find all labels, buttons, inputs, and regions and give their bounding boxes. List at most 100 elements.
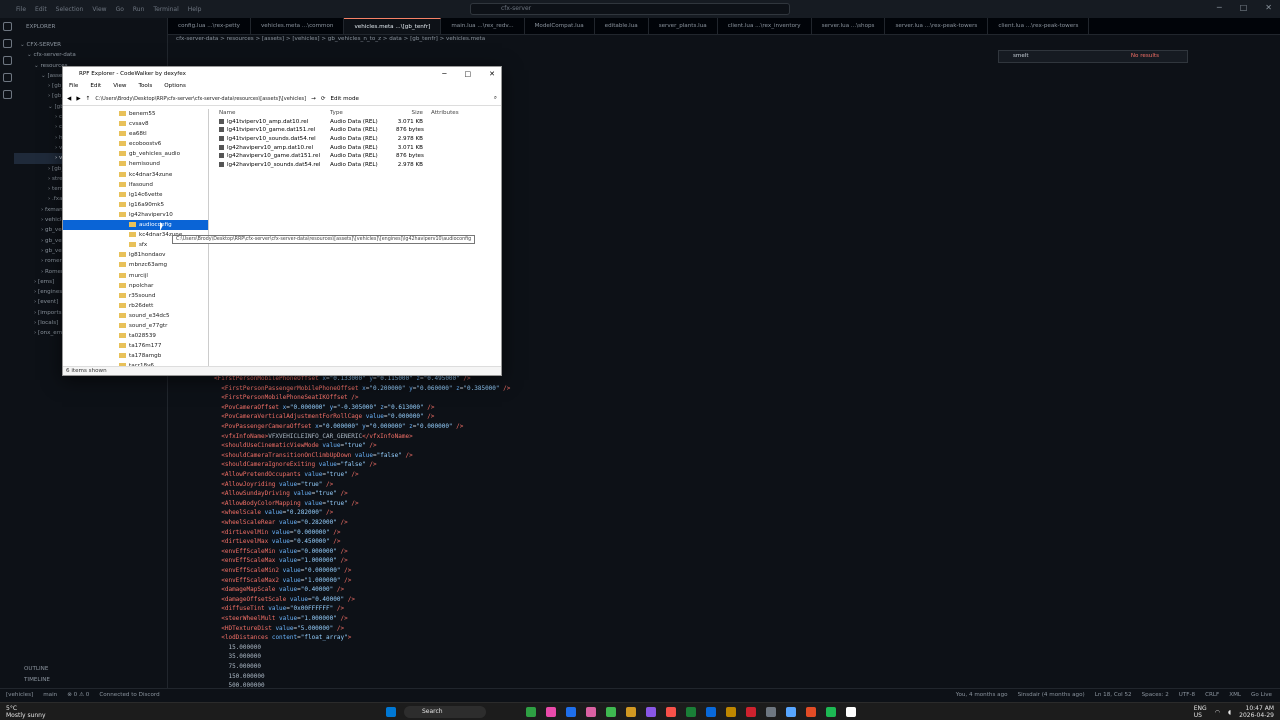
volume-icon[interactable]: ◖ [1228,709,1231,716]
editor-tab[interactable]: server.lua ...\rex-peak-towers [885,18,989,34]
tree-item[interactable]: ⌄ cfx-server-data [14,50,168,60]
search-icon[interactable] [2,39,12,48]
editor-tab[interactable]: vehicles.meta ...\[gb_tenfr] [344,18,442,34]
taskbar-app-icon[interactable] [646,707,656,717]
status-item[interactable]: [vehicles] [6,689,33,702]
taskbar-app-icon[interactable] [386,707,396,717]
menu-item[interactable]: View [92,6,106,13]
timeline-section[interactable]: TIMELINE [24,677,50,683]
rpf-tree-item[interactable]: benem55 [63,109,208,119]
menu-item[interactable]: Help [188,6,202,13]
status-item[interactable]: CRLF [1205,689,1219,702]
rpf-tree-item[interactable]: ea68tl [63,129,208,139]
rpf-tree-item[interactable]: ta028539 [63,331,208,341]
taskbar-app-icon[interactable] [586,707,596,717]
column-header[interactable]: Type [330,109,396,118]
extensions-icon[interactable] [2,90,12,99]
rpf-tree-item[interactable]: lg16a90mk5 [63,200,208,210]
run-debug-icon[interactable] [2,73,12,82]
file-row[interactable]: lg42haviperv10_sounds.dat54.rel Audio Dat… [219,161,501,170]
maximize-icon[interactable]: □ [1240,3,1248,12]
source-control-icon[interactable] [2,56,12,65]
taskbar-app-icon[interactable] [626,707,636,717]
rpf-menu-item[interactable]: Tools [139,81,153,92]
wifi-icon[interactable]: ◠ [1215,709,1220,716]
status-item[interactable]: XML [1229,689,1241,702]
editor-tab[interactable]: ModelCompat.lua [525,18,595,34]
breadcrumb[interactable]: cfx-server-data > resources > [assets] >… [176,36,485,42]
close-icon[interactable]: ✕ [489,67,495,81]
menu-item[interactable]: Selection [56,6,84,13]
status-item[interactable]: Sinsdair (4 months ago) [1018,689,1085,702]
column-header[interactable]: Name [219,109,330,118]
column-header[interactable]: Attributes [425,109,465,118]
region-indicator[interactable]: US [1194,712,1207,719]
rpf-tree-item[interactable]: ecoboostv6 [63,139,208,149]
taskbar-app-icon[interactable] [566,707,576,717]
editor-tab[interactable]: server.lua ...\shops [812,18,886,34]
weather-widget[interactable]: 5°C Mostly sunny [6,705,46,719]
rpf-tree-item[interactable]: lfasound [63,180,208,190]
status-item[interactable]: Connected to Discord [99,689,159,702]
taskbar-app-icon[interactable] [666,707,676,717]
taskbar-app-icon[interactable] [606,707,616,717]
taskbar-app-icon[interactable] [686,707,696,717]
taskbar-app-icon[interactable] [786,707,796,717]
menu-item[interactable]: Edit [35,6,47,13]
editor-tab[interactable]: client.lua ...\rex_inventory [718,18,812,34]
file-row[interactable]: lg41tviperv10_sounds.dat54.rel Audio Data… [219,135,501,144]
go-icon[interactable]: → [311,96,316,102]
rpf-tree-item[interactable]: lg14c6vette [63,190,208,200]
rpf-tree-item[interactable]: cvsav8 [63,119,208,129]
status-item[interactable]: You, 4 months ago [956,689,1008,702]
rpf-tree-item[interactable]: mbnzc63amg [63,260,208,270]
taskbar-app-icon[interactable] [546,707,556,717]
rpf-tree-item[interactable]: sound_e34dc5 [63,311,208,321]
taskbar-app-icon[interactable] [766,707,776,717]
menu-item[interactable]: Go [116,6,124,13]
taskbar-app-icon[interactable] [706,707,716,717]
menu-item[interactable]: Terminal [153,6,178,13]
rpf-tree-item[interactable]: kc4dnar34zune [63,170,208,180]
rpf-tree-item[interactable]: ta178amgb [63,351,208,361]
lang-indicator[interactable]: ENG [1194,705,1207,712]
file-row[interactable]: lg42haviperv10_game.dat151.rel Audio Data… [219,152,501,161]
up-icon[interactable]: ↑ [86,96,91,102]
menu-item[interactable]: File [16,6,26,13]
editor-tab[interactable]: config.lua ...\rex-petty [168,18,251,34]
path-input[interactable]: C:\Users\Brody\Desktop\RRP\cfx-server\cf… [95,96,306,102]
search-icon[interactable]: ⌕ [494,95,497,102]
status-item[interactable]: Ln 18, Col 52 [1095,689,1132,702]
status-item[interactable]: Go Live [1251,689,1272,702]
minimize-icon[interactable]: ─ [1217,3,1222,12]
taskbar-app-icon[interactable] [846,707,856,717]
status-item[interactable]: UTF-8 [1179,689,1195,702]
status-item[interactable]: ⊗ 0 ⚠ 0 [67,689,89,702]
rpf-tree-item[interactable]: murcijl [63,271,208,281]
editor-tab[interactable]: main.lua ...\rex_redv... [441,18,525,34]
taskbar-app-icon[interactable] [746,707,756,717]
status-item[interactable]: main [43,689,57,702]
taskbar-app-icon[interactable] [526,707,536,717]
rpf-menu-item[interactable]: File [69,81,78,92]
rpf-tree-item[interactable]: r35sound [63,291,208,301]
editor-tab[interactable]: editable.lua [595,18,649,34]
rpf-tree-item[interactable]: rb26dett [63,301,208,311]
rpf-tree-item[interactable]: ta176m177 [63,341,208,351]
rpf-tree-item[interactable]: hemisound [63,159,208,169]
rpf-tree-item[interactable]: lg42haviperv10 [63,210,208,220]
clock[interactable]: 10:47 AM 2026-04-29 [1239,705,1274,719]
rpf-menu-item[interactable]: Edit [90,81,101,92]
rpf-tree-item[interactable]: audioconfig [63,220,208,231]
taskbar-app-icon[interactable] [726,707,736,717]
refresh-icon[interactable]: ⟳ [321,96,326,102]
tree-item[interactable]: ⌄ CFX-SERVER [14,40,168,50]
file-row[interactable]: lg42haviperv10_amp.dat10.rel Audio Data (… [219,144,501,153]
rpf-menu-item[interactable]: View [113,81,126,92]
outline-section[interactable]: OUTLINE [24,666,48,672]
status-item[interactable]: Spaces: 2 [1142,689,1169,702]
rpf-tree-item[interactable]: sound_e77gtr [63,321,208,331]
forward-icon[interactable]: ▶ [76,96,80,102]
back-icon[interactable]: ◀ [67,96,71,102]
find-widget[interactable]: smelt No results [998,50,1188,63]
